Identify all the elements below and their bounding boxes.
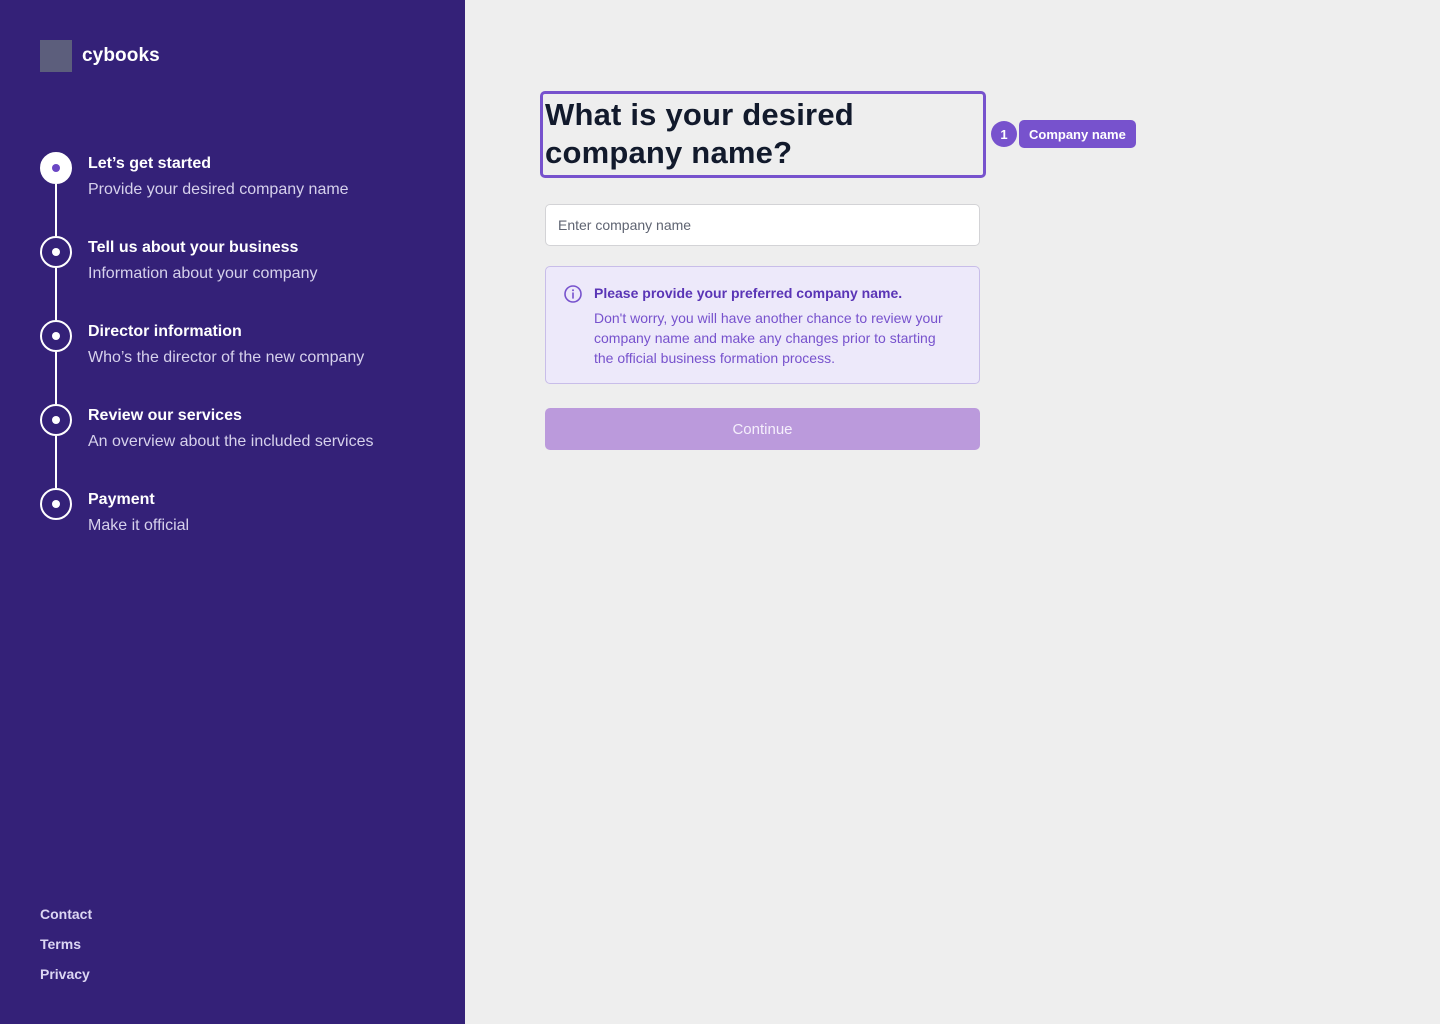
sidebar: cybooks Let’s get started Provide your d…	[0, 0, 465, 1024]
step-services[interactable]: Review our services An overview about th…	[40, 404, 440, 488]
step-subtitle: Make it official	[88, 517, 190, 534]
step-subtitle: Provide your desired company name	[88, 181, 349, 198]
info-text: Don't worry, you will have another chanc…	[594, 310, 943, 366]
step-pending-icon	[40, 236, 72, 268]
brand-name: cybooks	[82, 45, 160, 66]
annotation-label: Company name	[1019, 120, 1136, 148]
step-payment[interactable]: Payment Make it official	[40, 488, 440, 572]
step-pending-icon	[40, 320, 72, 352]
step-title: Let’s get started	[88, 155, 211, 172]
step-active-icon	[40, 152, 72, 184]
step-subtitle: An overview about the included services	[88, 433, 374, 450]
step-lets-get-started[interactable]: Let’s get started Provide your desired c…	[40, 152, 440, 236]
logo	[40, 40, 72, 72]
step-title: Review our services	[88, 407, 242, 424]
step-director[interactable]: Director information Who’s the director …	[40, 320, 440, 404]
continue-button[interactable]: Continue	[545, 408, 980, 450]
step-business[interactable]: Tell us about your business Information …	[40, 236, 440, 320]
info-icon	[564, 285, 582, 303]
company-name-input[interactable]	[545, 204, 980, 246]
annotation-tag: 1 Company name	[991, 120, 1136, 148]
step-subtitle: Who’s the director of the new company	[88, 349, 365, 366]
contact-link[interactable]: Contact	[40, 905, 92, 935]
step-title: Director information	[88, 323, 242, 340]
step-connector	[55, 268, 57, 320]
step-pending-icon	[40, 488, 72, 520]
privacy-link[interactable]: Privacy	[40, 965, 92, 995]
step-connector	[55, 184, 57, 236]
step-list: Let’s get started Provide your desired c…	[40, 152, 440, 572]
step-pending-icon	[40, 404, 72, 436]
step-connector	[55, 436, 57, 488]
footer-links: Contact Terms Privacy	[40, 905, 92, 995]
info-title: Please provide your preferred company na…	[594, 285, 903, 301]
info-callout: Please provide your preferred company na…	[545, 266, 980, 384]
step-title: Tell us about your business	[88, 239, 299, 256]
annotation-number: 1	[991, 121, 1017, 147]
step-subtitle: Information about your company	[88, 265, 318, 282]
brand[interactable]: cybooks	[40, 40, 160, 72]
page-title: What is your desired company name?	[545, 97, 854, 170]
main-content: What is your desired company name? 1 Com…	[465, 0, 1440, 1024]
terms-link[interactable]: Terms	[40, 935, 92, 965]
step-title: Payment	[88, 491, 155, 508]
step-connector	[55, 352, 57, 404]
